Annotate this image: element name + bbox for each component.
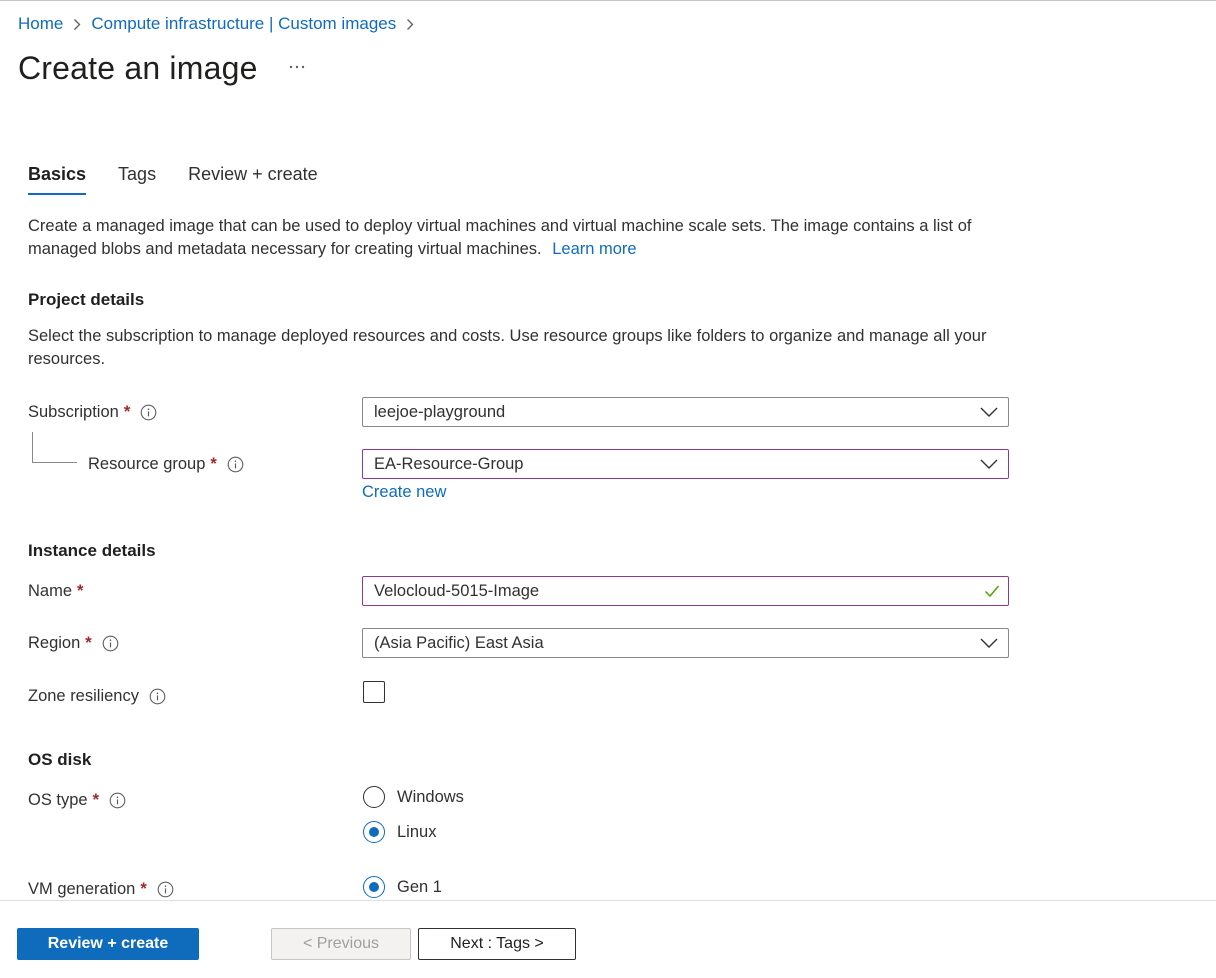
- name-input[interactable]: Velocloud-5015-Image: [362, 576, 1009, 606]
- chevron-down-icon: [980, 638, 998, 648]
- subscription-dropdown[interactable]: leejoe-playground: [362, 397, 1009, 427]
- resource-group-label: Resource group *: [88, 455, 244, 474]
- project-details-description: Select the subscription to manage deploy…: [28, 327, 987, 368]
- breadcrumb-custom-images[interactable]: Compute infrastructure | Custom images: [91, 14, 396, 34]
- region-label-text: Region: [28, 634, 81, 652]
- info-icon[interactable]: [149, 688, 166, 705]
- instance-details-heading: Instance details: [28, 541, 156, 560]
- intro-text: Create a managed image that can be used …: [28, 217, 972, 258]
- radio-button-selected[interactable]: [363, 876, 385, 898]
- breadcrumb: Home Compute infrastructure | Custom ima…: [18, 14, 424, 34]
- subscription-label-text: Subscription: [28, 403, 119, 421]
- tab-tags[interactable]: Tags: [118, 164, 156, 195]
- zone-resiliency-label: Zone resiliency: [28, 687, 166, 706]
- region-label: Region *: [28, 634, 119, 653]
- required-marker: *: [77, 582, 84, 600]
- learn-more-link[interactable]: Learn more: [552, 240, 636, 258]
- tab-basics[interactable]: Basics: [28, 164, 87, 195]
- resource-group-value: EA-Resource-Group: [374, 454, 524, 473]
- subscription-label: Subscription *: [28, 403, 157, 422]
- name-label: Name *: [28, 582, 83, 601]
- project-details-heading: Project details: [28, 290, 145, 309]
- zone-resiliency-checkbox[interactable]: [363, 681, 385, 703]
- info-icon[interactable]: [140, 404, 157, 421]
- vm-generation-gen1-option[interactable]: Gen 1: [363, 876, 442, 898]
- checkmark-icon: [984, 585, 1000, 598]
- tab-bar: Basics Tags Review + create: [28, 164, 350, 195]
- create-new-link[interactable]: Create new: [362, 483, 446, 502]
- region-value: (Asia Pacific) East Asia: [374, 633, 544, 652]
- os-type-windows-option[interactable]: Windows: [363, 786, 464, 808]
- info-icon[interactable]: [227, 456, 244, 473]
- review-create-button[interactable]: Review + create: [17, 928, 199, 960]
- required-marker: *: [123, 403, 131, 421]
- required-marker: *: [85, 634, 92, 652]
- vm-generation-label: VM generation *: [28, 880, 174, 899]
- next-tags-button[interactable]: Next : Tags >: [418, 928, 576, 960]
- required-marker: *: [140, 880, 147, 898]
- page-title: Create an image: [18, 50, 258, 86]
- top-divider: [0, 0, 1216, 1]
- intro-description: Create a managed image that can be used …: [28, 215, 1028, 261]
- region-dropdown[interactable]: (Asia Pacific) East Asia: [362, 628, 1009, 658]
- zone-resiliency-label-text: Zone resiliency: [28, 687, 139, 705]
- chevron-right-icon: [73, 18, 81, 31]
- os-type-windows-label: Windows: [397, 787, 464, 806]
- resource-group-dropdown[interactable]: EA-Resource-Group: [362, 449, 1009, 479]
- os-type-linux-option[interactable]: Linux: [363, 821, 436, 843]
- subscription-value: leejoe-playground: [374, 402, 506, 421]
- previous-button[interactable]: < Previous: [271, 928, 411, 960]
- info-icon[interactable]: [102, 635, 119, 652]
- resource-group-label-text: Resource group: [88, 455, 206, 473]
- vm-generation-label-text: VM generation: [28, 880, 136, 898]
- required-marker: *: [92, 791, 100, 809]
- chevron-down-icon: [980, 407, 998, 417]
- breadcrumb-home[interactable]: Home: [18, 14, 63, 34]
- radio-button-selected[interactable]: [363, 821, 385, 843]
- chevron-right-icon: [406, 18, 414, 31]
- info-icon[interactable]: [109, 792, 126, 809]
- os-type-label-text: OS type: [28, 791, 88, 809]
- tab-review-create[interactable]: Review + create: [188, 164, 318, 195]
- os-type-label: OS type *: [28, 791, 126, 810]
- info-icon[interactable]: [157, 881, 174, 898]
- vm-generation-gen1-label: Gen 1: [397, 877, 442, 896]
- more-options-icon[interactable]: [286, 56, 308, 78]
- radio-button[interactable]: [363, 786, 385, 808]
- chevron-down-icon: [980, 459, 998, 469]
- required-marker: *: [210, 455, 217, 473]
- tree-connector: [32, 432, 77, 463]
- name-value: Velocloud-5015-Image: [374, 581, 540, 600]
- name-label-text: Name: [28, 582, 73, 600]
- os-disk-heading: OS disk: [28, 750, 92, 769]
- os-type-linux-label: Linux: [397, 822, 437, 841]
